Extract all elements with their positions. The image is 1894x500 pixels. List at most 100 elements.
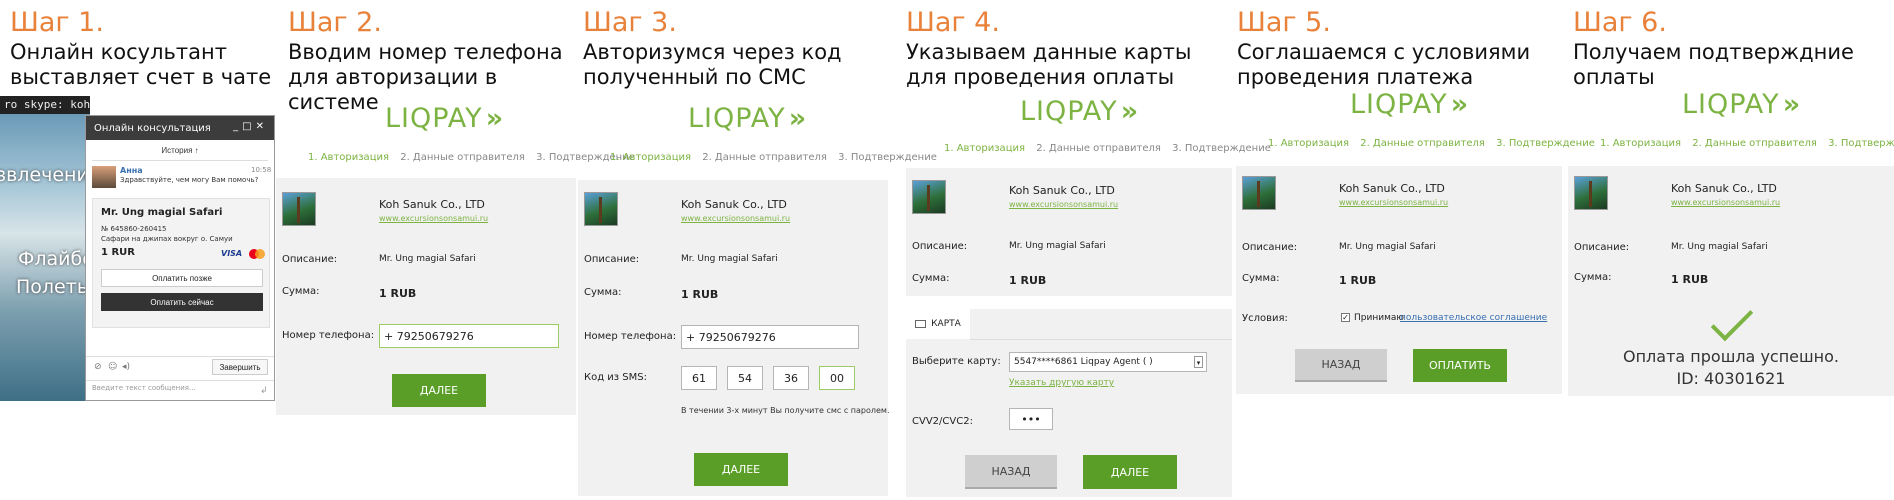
- steps-nav: 1. Авторизация 2. Данные отправителя 3. …: [1600, 138, 1894, 149]
- success-message: Оплата прошла успешно.: [1622, 347, 1839, 366]
- invoice-card: Mr. Ung magial Safari № 645860-260415 Са…: [92, 198, 270, 328]
- window-controls[interactable]: _□✕: [233, 121, 268, 132]
- conditions-label: Условия:: [1242, 313, 1288, 324]
- step-3-desc-line2: полученный по СМС: [583, 65, 806, 89]
- bg-text-3: Полеты: [16, 276, 90, 298]
- step-4-title: Шаг 4.: [906, 7, 1000, 38]
- smile-icon[interactable]: ☺: [108, 362, 117, 372]
- step-1-title: Шаг 1.: [10, 7, 104, 38]
- invoice-title: Mr. Ung magial Safari: [101, 207, 223, 218]
- card-tab[interactable]: КАРТА: [906, 309, 970, 339]
- step-2-desc-line1: Вводим номер телефона: [288, 40, 563, 64]
- chevrons-icon: »: [1782, 89, 1802, 120]
- agreement-link[interactable]: пользовательское соглашение: [1400, 313, 1547, 323]
- step-5-title: Шаг 5.: [1237, 7, 1331, 38]
- divider: [970, 339, 1232, 340]
- amount-value: 1 RUB: [1339, 274, 1377, 287]
- step-5-desc-line1: Соглашаемся с условиями: [1237, 40, 1531, 64]
- sound-icon[interactable]: ◂): [122, 362, 130, 372]
- bg-text-2: Флайбор: [18, 248, 90, 270]
- merchant-name: Koh Sanuk Co., LTD: [379, 198, 485, 211]
- invoice-number: № 645860-260415: [101, 225, 167, 233]
- description-label: Описание:: [912, 241, 968, 252]
- nav-step-2: 2. Данные отправителя: [702, 152, 827, 163]
- mastercard-icon: [249, 249, 265, 259]
- steps-nav: 1. Авторизация 2. Данные отправителя 3. …: [610, 152, 945, 163]
- merchant-name: Koh Sanuk Co., LTD: [1009, 184, 1115, 197]
- accept-checkbox[interactable]: ✓: [1341, 313, 1350, 322]
- merchant-site-link[interactable]: www.excursionsonsamui.ru: [1009, 200, 1118, 209]
- card-icon: [915, 320, 927, 328]
- description-label: Описание:: [584, 254, 640, 265]
- nav-step-2: 2. Данные отправителя: [1360, 138, 1485, 149]
- chat-history-link[interactable]: История ↑: [86, 146, 274, 155]
- sum-label: Сумма:: [584, 287, 622, 298]
- other-card-link[interactable]: Указать другую карту: [1009, 378, 1114, 388]
- cvv-input[interactable]: •••: [1009, 408, 1053, 430]
- merchant-site-link[interactable]: www.excursionsonsamui.ru: [379, 214, 488, 223]
- agent-avatar: [92, 166, 116, 188]
- nav-step-3: 3. Подтверждение: [1828, 138, 1894, 149]
- nav-step-1: 1. Авторизация: [1268, 138, 1350, 149]
- description-value: Mr. Ung magial Safari: [379, 254, 476, 264]
- nav-step-1: 1. Авторизация: [610, 152, 692, 163]
- message-input[interactable]: Введите текст сообщения...: [92, 384, 196, 392]
- divider: [86, 380, 274, 381]
- card-select-value: 5547****6861 Liqpay Agent ( ): [1014, 357, 1153, 367]
- merchant-image: [282, 192, 316, 226]
- attach-icon[interactable]: ⊘: [94, 362, 102, 372]
- back-button[interactable]: НАЗАД: [965, 455, 1057, 489]
- sms-code-input-3[interactable]: 36: [773, 366, 809, 390]
- pay-button[interactable]: ОПЛАТИТЬ: [1413, 349, 1507, 382]
- chevron-down-icon: ▾: [1194, 356, 1203, 368]
- next-button[interactable]: ДАЛЕЕ: [1083, 455, 1177, 489]
- merchant-name: Koh Sanuk Co., LTD: [681, 198, 787, 211]
- liqpay-logo: LIQPAY»: [688, 103, 808, 134]
- agent-name: Анна: [120, 166, 143, 175]
- merchant-site-link[interactable]: www.excursionsonsamui.ru: [1671, 198, 1780, 207]
- steps-nav: 1. Авторизация 2. Данные отправителя 3. …: [1268, 138, 1603, 149]
- bg-text-1: звлечени: [0, 164, 89, 186]
- send-icon[interactable]: ↲: [260, 386, 268, 396]
- chevrons-icon: »: [788, 103, 808, 134]
- merchant-image: [1242, 176, 1276, 210]
- sms-code-input-4[interactable]: 00: [819, 366, 855, 390]
- step-5-desc-line2: проведения платежа: [1237, 65, 1474, 89]
- liqpay-logo: LIQPAY»: [1682, 89, 1802, 120]
- finish-button[interactable]: Завершить: [212, 359, 268, 375]
- sms-code-label: Код из SMS:: [584, 372, 647, 383]
- nav-step-1: 1. Авторизация: [308, 152, 390, 163]
- step-6-desc-line2: оплаты: [1573, 65, 1655, 89]
- card-tab-label: КАРТА: [931, 319, 961, 329]
- step-4-desc-line2: для проведения оплаты: [906, 65, 1175, 89]
- sms-code-input-2[interactable]: 54: [727, 366, 763, 390]
- merchant-site-link[interactable]: www.excursionsonsamui.ru: [1339, 198, 1448, 207]
- pay-later-button[interactable]: Оплатить позже: [101, 269, 263, 287]
- message-time: 10:58: [251, 166, 272, 174]
- next-button[interactable]: ДАЛЕЕ: [694, 453, 788, 486]
- skype-label: ro skype: kohsanuk: [0, 96, 90, 114]
- card-select[interactable]: 5547****6861 Liqpay Agent ( ) ▾: [1009, 352, 1207, 372]
- invoice-amount: 1 RUR: [101, 247, 135, 258]
- nav-step-2: 2. Данные отправителя: [1036, 143, 1161, 154]
- invoice-description: Сафари на джипах вокруг о. Самуи: [101, 235, 233, 243]
- pay-now-button[interactable]: Оплатить сейчас: [101, 293, 263, 311]
- sum-label: Сумма:: [1242, 273, 1280, 284]
- sms-code-input-1[interactable]: 61: [681, 366, 717, 390]
- nav-step-1: 1. Авторизация: [944, 143, 1026, 154]
- back-button[interactable]: НАЗАД: [1295, 349, 1387, 382]
- phone-input[interactable]: + 79250679276: [681, 325, 859, 349]
- nav-step-2: 2. Данные отправителя: [400, 152, 525, 163]
- sms-note: В течении 3-х минут Вы получите смс с па…: [681, 406, 890, 415]
- chat-title: Онлайн консультация: [94, 122, 211, 134]
- step-1-desc-line1: Онлайн косультант: [10, 40, 227, 64]
- nav-step-2: 2. Данные отправителя: [1692, 138, 1817, 149]
- merchant-name: Koh Sanuk Co., LTD: [1671, 182, 1777, 195]
- description-value: Mr. Ung magial Safari: [1339, 242, 1436, 252]
- sum-label: Сумма:: [912, 273, 950, 284]
- step-1-desc-line2: выставляет счет в чате: [10, 65, 272, 89]
- next-button[interactable]: ДАЛЕЕ: [392, 374, 486, 407]
- step-3-desc-line1: Авторизумся через код: [583, 40, 842, 64]
- phone-input[interactable]: + 79250679276: [379, 324, 559, 348]
- merchant-site-link[interactable]: www.excursionsonsamui.ru: [681, 214, 790, 223]
